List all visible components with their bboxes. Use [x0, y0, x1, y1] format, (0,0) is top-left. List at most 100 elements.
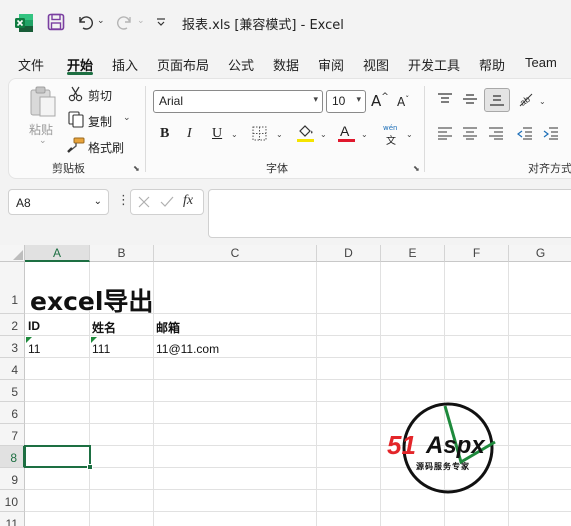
tab-view[interactable]: 视图	[363, 55, 389, 74]
row-header-8[interactable]: 8	[0, 446, 25, 468]
italic-button[interactable]: I	[187, 126, 192, 142]
row-header-7[interactable]: 7	[0, 424, 25, 446]
cell-b3[interactable]: 111	[92, 342, 110, 356]
select-all-triangle-icon	[13, 250, 23, 260]
column-header-g[interactable]: G	[509, 245, 571, 262]
formula-bar-more-icon[interactable]: ⋮	[117, 193, 130, 208]
cell-b2[interactable]: 姓名	[92, 319, 116, 336]
column-header-d[interactable]: D	[317, 245, 381, 262]
error-indicator-a3	[26, 337, 32, 343]
save-icon[interactable]	[47, 13, 65, 31]
orientation-icon[interactable]: ab	[517, 90, 535, 108]
paste-dropdown-icon[interactable]: ⌄	[39, 136, 47, 146]
font-size-dropdown[interactable]: 10 ▾	[326, 90, 366, 113]
clipboard-dialog-launcher-icon[interactable]: ⬊	[133, 164, 140, 173]
cell-c2[interactable]: 邮箱	[156, 319, 180, 336]
bold-button[interactable]: B	[160, 126, 169, 142]
fill-color-dropdown-icon[interactable]: ⌄	[320, 130, 327, 139]
cell-c3[interactable]: 11@11.com	[156, 342, 219, 356]
column-header-a[interactable]: A	[25, 245, 90, 262]
paste-icon[interactable]	[28, 86, 58, 118]
cut-button[interactable]: 剪切	[88, 87, 112, 104]
alignment-group-label: 对齐方式	[528, 162, 571, 175]
column-header-e[interactable]: E	[381, 245, 445, 262]
underline-dropdown-icon[interactable]: ⌄	[231, 130, 238, 139]
tab-review[interactable]: 审阅	[318, 55, 344, 74]
customize-quick-access-icon[interactable]	[156, 17, 166, 27]
tab-team[interactable]: Team	[525, 55, 557, 70]
name-box-value: A8	[16, 196, 31, 210]
row-header-6[interactable]: 6	[0, 402, 25, 424]
active-cell-selection[interactable]	[24, 445, 91, 468]
undo-dropdown-icon[interactable]: ⌄	[97, 16, 105, 26]
gridline	[25, 357, 571, 358]
enter-formula-icon[interactable]	[160, 196, 174, 208]
tab-file[interactable]: 文件	[18, 55, 44, 74]
row-header-2[interactable]: 2	[0, 314, 25, 336]
tab-insert[interactable]: 插入	[112, 55, 138, 74]
font-color-swatch	[338, 139, 355, 142]
row-header-1[interactable]: 1	[0, 262, 25, 314]
align-center-icon[interactable]	[462, 126, 478, 140]
copy-icon	[68, 111, 84, 128]
borders-icon[interactable]	[252, 126, 267, 141]
cell-a2[interactable]: ID	[28, 319, 40, 333]
align-right-icon[interactable]	[488, 126, 504, 140]
orientation-dropdown-icon[interactable]: ⌄	[539, 97, 546, 106]
name-box[interactable]: A8 ⌄	[8, 189, 109, 215]
clipboard-separator	[145, 86, 146, 172]
borders-dropdown-icon[interactable]: ⌄	[276, 130, 283, 139]
font-color-dropdown-icon[interactable]: ⌄	[361, 130, 368, 139]
bottom-align-button[interactable]	[484, 88, 510, 112]
align-left-icon[interactable]	[437, 126, 453, 140]
tab-page-layout[interactable]: 页面布局	[157, 55, 209, 74]
row-header-11[interactable]: 11	[0, 512, 25, 526]
increase-indent-icon[interactable]	[543, 126, 559, 140]
font-dialog-launcher-icon[interactable]: ⬊	[413, 164, 420, 173]
fill-handle[interactable]	[87, 464, 93, 470]
scissors-icon	[68, 86, 83, 102]
phonetic-bottom-label: 文	[386, 136, 396, 147]
row-header-4[interactable]: 4	[0, 358, 25, 380]
decrease-font-size-button[interactable]: Aˇ	[397, 95, 409, 109]
copy-dropdown-icon[interactable]: ⌄	[123, 113, 131, 123]
middle-align-icon[interactable]	[462, 92, 478, 106]
font-name-chevron-icon: ▾	[313, 94, 318, 104]
cell-a3[interactable]: 11	[28, 342, 40, 356]
format-painter-button[interactable]: 格式刷	[88, 139, 124, 156]
cell-a1[interactable]: excel导出	[30, 282, 153, 318]
increase-font-size-button[interactable]: A^	[371, 92, 389, 110]
undo-icon[interactable]	[76, 13, 94, 31]
phonetic-dropdown-icon[interactable]: ⌄	[406, 130, 413, 139]
column-header-c[interactable]: C	[154, 245, 317, 262]
format-painter-icon	[67, 137, 85, 153]
row-header-9[interactable]: 9	[0, 468, 25, 490]
cancel-formula-icon[interactable]	[138, 196, 150, 208]
decrease-indent-icon[interactable]	[517, 126, 533, 140]
column-header-f[interactable]: F	[445, 245, 509, 262]
font-color-button[interactable]: A	[340, 123, 349, 139]
phonetic-guide-button[interactable]: wén 文	[383, 124, 401, 147]
increase-font-size-label: A	[371, 92, 382, 110]
font-separator	[424, 86, 425, 172]
row-header-10[interactable]: 10	[0, 490, 25, 512]
watermark-logo: 51 Aspx 源码服务专家	[385, 402, 515, 494]
font-name-dropdown[interactable]: Arial ▾	[153, 90, 323, 113]
gridline	[316, 262, 317, 526]
top-align-icon[interactable]	[437, 92, 453, 106]
decrease-font-size-label: A	[397, 95, 406, 109]
copy-button[interactable]: 复制	[88, 113, 112, 130]
tab-data[interactable]: 数据	[273, 55, 299, 74]
error-indicator-b3	[91, 337, 97, 343]
tab-formulas[interactable]: 公式	[228, 55, 254, 74]
row-header-3[interactable]: 3	[0, 336, 25, 358]
insert-function-button[interactable]: fx	[183, 193, 193, 209]
formula-input[interactable]	[208, 189, 571, 238]
underline-button[interactable]: U	[212, 126, 222, 142]
row-header-5[interactable]: 5	[0, 380, 25, 402]
fill-color-swatch	[297, 139, 314, 142]
tab-developer[interactable]: 开发工具	[408, 55, 460, 74]
column-header-b[interactable]: B	[90, 245, 154, 262]
tab-help[interactable]: 帮助	[479, 55, 505, 74]
formula-buttons: fx	[130, 189, 204, 215]
